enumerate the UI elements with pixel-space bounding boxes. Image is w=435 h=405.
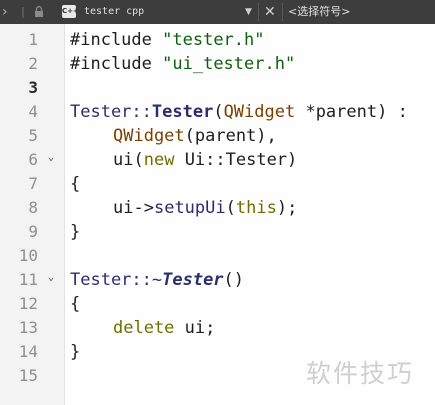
delete-target: ui; <box>174 318 216 338</box>
toolbar-divider <box>258 3 259 21</box>
file-type-label: C++ <box>62 7 79 15</box>
toolbar-separator: | <box>21 5 25 18</box>
line-number: 13 <box>18 318 38 337</box>
line-number: 6 <box>28 150 38 169</box>
fold-chevron-icon[interactable]: ⌄ <box>44 265 58 289</box>
open-paren: ( <box>213 102 224 122</box>
class-scope: Tester::~ <box>70 270 163 290</box>
include-path: "tester.h" <box>162 30 265 50</box>
line-number: 4 <box>28 102 38 121</box>
open-paren: ( <box>225 198 236 218</box>
code-line-1: #include "tester.h" <box>70 28 265 52</box>
cpp-file-icon: C++ <box>62 5 79 18</box>
code-line-4: Tester::Tester(QWidget *parent) : <box>70 100 408 124</box>
fold-chevron-icon[interactable]: ⌄ <box>44 145 58 169</box>
code-line-12: { <box>70 294 81 314</box>
symbol-selector[interactable]: <选择符号> <box>288 0 428 24</box>
preprocessor-directive: #include <box>70 30 152 50</box>
code-line-13: delete ui; <box>70 316 215 340</box>
constructor-name: Tester <box>151 102 214 122</box>
base-init-args: (parent), <box>184 126 277 146</box>
code-line-11: Tester::~Tester() <box>70 268 244 292</box>
destructor-name: Tester <box>162 270 224 290</box>
line-number: 8 <box>28 198 38 217</box>
method-call: setupUi <box>153 198 226 218</box>
code-line-5: QWidget(parent), <box>70 124 277 148</box>
code-line-6: ui(new Ui::Tester) <box>70 148 297 172</box>
close-document-icon[interactable]: ✕ <box>264 0 278 24</box>
open-document-name[interactable]: tester cpp <box>84 0 234 24</box>
editor-toolbar: › | C++ tester cpp ▼ ✕ <选择符号> <box>0 0 435 24</box>
watermark: 软件技巧 <box>306 359 415 388</box>
gutter-divider <box>64 24 65 405</box>
line-number: 10 <box>18 246 38 265</box>
param-name: *parent) : <box>295 102 408 122</box>
code-line-9: } <box>70 222 81 242</box>
include-path: "ui_tester.h" <box>162 54 296 74</box>
keyword: new <box>143 150 175 170</box>
line-number: 15 <box>18 366 38 385</box>
line-number: 9 <box>28 222 38 241</box>
code-line-2: #include "ui_tester.h" <box>70 52 295 76</box>
code-line-8: ui->setupUi(this); <box>70 196 297 220</box>
line-number-gutter: 1 2 3 4 5 6 ⌄ 7 8 9 10 11 ⌄ 12 13 14 15 <box>0 24 64 405</box>
member-init-args: Ui::Tester) <box>174 150 298 170</box>
code-line-7: { <box>70 174 81 194</box>
class-scope: Tester:: <box>70 102 152 122</box>
line-number: 11 <box>18 270 38 289</box>
arrow-operator: -> <box>133 198 154 218</box>
code-line-14: } <box>70 342 81 362</box>
lock-icon[interactable] <box>34 0 48 24</box>
base-class-init: QWidget <box>113 126 185 146</box>
line-number: 5 <box>28 126 38 145</box>
object-ref: ui <box>113 198 134 218</box>
code-editor[interactable]: #include "tester.h" #include "ui_tester.… <box>70 24 435 405</box>
close-paren: ); <box>276 198 298 218</box>
param-type: QWidget <box>223 102 296 122</box>
line-number: 7 <box>28 174 38 193</box>
param-list: () <box>223 270 245 290</box>
toolbar-divider <box>282 3 283 21</box>
line-number: 1 <box>28 30 38 49</box>
keyword: this <box>235 198 277 218</box>
document-dropdown-icon[interactable]: ▼ <box>245 0 257 24</box>
line-number: 14 <box>18 342 38 361</box>
line-number: 2 <box>28 54 38 73</box>
chevron-right-icon[interactable]: › <box>2 0 16 24</box>
preprocessor-directive: #include <box>70 54 152 74</box>
keyword: delete <box>113 318 175 338</box>
member-init: ui <box>113 150 134 170</box>
line-number: 12 <box>18 294 38 313</box>
current-line-number: 3 <box>28 78 38 97</box>
open-paren: ( <box>133 150 144 170</box>
